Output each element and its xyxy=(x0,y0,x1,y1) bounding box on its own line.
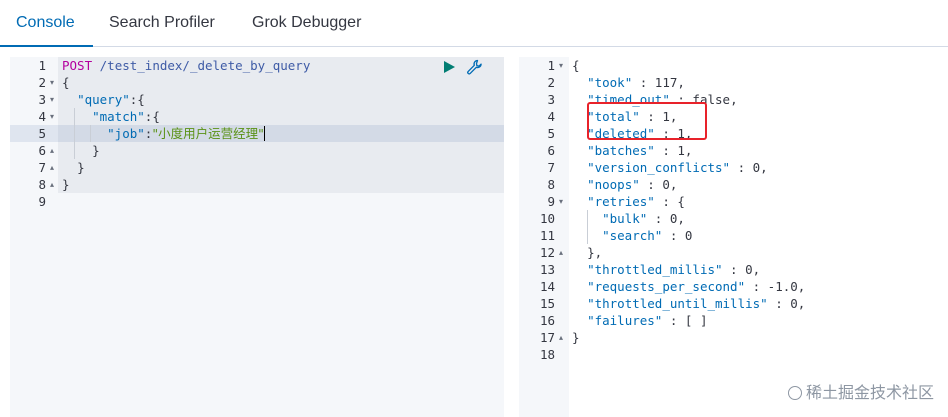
response-line-15: "throttled_until_millis" : 0, xyxy=(587,296,806,311)
line-number: 10 xyxy=(539,211,555,226)
line-number: 1 xyxy=(547,58,555,73)
request-line-6: } xyxy=(92,143,100,158)
fold-toggle-icon[interactable]: ▾ xyxy=(559,57,563,74)
request-line-4: "match":{ xyxy=(92,109,160,124)
tab-search-profiler[interactable]: Search Profiler xyxy=(109,0,215,47)
line-number: 11 xyxy=(539,228,555,243)
line-number: 5 xyxy=(38,126,46,141)
fold-toggle-icon[interactable]: ▴ xyxy=(559,244,563,261)
line-number: 12 xyxy=(539,245,555,260)
response-line-9: "retries" : { xyxy=(587,194,685,209)
response-line-2: "took" : 117, xyxy=(587,75,685,90)
response-line-8: "noops" : 0, xyxy=(587,177,678,192)
line-number: 1 xyxy=(38,58,46,73)
line-number: 8 xyxy=(38,177,46,192)
line-number: 3 xyxy=(38,92,46,107)
response-line-11: "search" : 0 xyxy=(602,228,693,243)
response-line-17: } xyxy=(572,330,580,345)
line-number: 15 xyxy=(539,296,555,311)
response-line-12: }, xyxy=(587,245,603,260)
response-line-10: "bulk" : 0, xyxy=(602,211,685,226)
response-line-14: "requests_per_second" : -1.0, xyxy=(587,279,806,294)
request-line-3: "query":{ xyxy=(77,92,145,107)
response-line-16: "failures" : [ ] xyxy=(587,313,708,328)
fold-toggle-icon[interactable]: ▴ xyxy=(50,176,54,193)
line-number: 9 xyxy=(38,194,46,209)
request-line-1: POST /test_index/_delete_by_query xyxy=(62,57,504,74)
fold-toggle-icon[interactable]: ▴ xyxy=(50,142,54,159)
line-number: 17 xyxy=(539,330,555,345)
tab-console[interactable]: Console xyxy=(16,0,75,47)
request-path: /test_index/_delete_by_query xyxy=(99,58,311,73)
http-method: POST xyxy=(62,58,93,73)
line-number: 16 xyxy=(539,313,555,328)
line-number: 13 xyxy=(539,262,555,277)
annotation-highlight-box xyxy=(587,102,707,140)
request-editor[interactable]: 1 2 ▾ 3 ▾ 4 ▾ 5 6 ▴ 7 ▴ 8 ▴ 9 POST /test… xyxy=(10,57,504,417)
active-tab-indicator xyxy=(0,45,93,47)
watermark-logo-icon xyxy=(787,386,802,400)
fold-toggle-icon[interactable]: ▾ xyxy=(50,108,54,125)
line-number: 8 xyxy=(547,177,555,192)
line-number: 4 xyxy=(38,109,46,124)
request-gutter: 1 2 ▾ 3 ▾ 4 ▾ 5 6 ▴ 7 ▴ 8 ▴ 9 xyxy=(10,57,58,417)
line-number: 4 xyxy=(547,109,555,124)
watermark: 稀土掘金技术社区 xyxy=(787,379,934,403)
line-number: 6 xyxy=(38,143,46,158)
response-line-7: "version_conflicts" : 0, xyxy=(587,160,768,175)
response-line-6: "batches" : 1, xyxy=(587,143,693,158)
line-number: 7 xyxy=(547,160,555,175)
line-number: 5 xyxy=(547,126,555,141)
line-number: 18 xyxy=(539,347,555,362)
line-number: 3 xyxy=(547,92,555,107)
request-line-5: "job":"小度用户运营经理" xyxy=(107,126,265,141)
tab-grok-debugger[interactable]: Grok Debugger xyxy=(252,0,361,47)
text-cursor xyxy=(263,126,265,141)
fold-toggle-icon[interactable]: ▴ xyxy=(50,159,54,176)
request-line-2: { xyxy=(62,75,70,90)
fold-toggle-icon[interactable]: ▾ xyxy=(50,74,54,91)
fold-toggle-icon[interactable]: ▾ xyxy=(50,91,54,108)
response-line-13: "throttled_millis" : 0, xyxy=(587,262,761,277)
response-gutter: 1 ▾ 2 3 4 5 6 7 8 9 ▾ 10 11 12 ▴ 13 14 1… xyxy=(519,57,569,417)
line-number: 9 xyxy=(547,194,555,209)
request-line-8: } xyxy=(62,177,70,192)
tab-bar: Console Search Profiler Grok Debugger xyxy=(0,0,948,47)
line-number: 6 xyxy=(547,143,555,158)
line-number: 14 xyxy=(539,279,555,294)
response-viewer[interactable]: 1 ▾ 2 3 4 5 6 7 8 9 ▾ 10 11 12 ▴ 13 14 1… xyxy=(519,57,948,417)
response-line-1: { xyxy=(572,58,580,73)
line-number: 2 xyxy=(547,75,555,90)
play-icon[interactable] xyxy=(442,60,456,74)
request-line-7: } xyxy=(77,160,85,175)
fold-toggle-icon[interactable]: ▾ xyxy=(559,193,563,210)
line-number: 2 xyxy=(38,75,46,90)
line-number: 7 xyxy=(38,160,46,175)
fold-toggle-icon[interactable]: ▴ xyxy=(559,329,563,346)
wrench-icon[interactable] xyxy=(466,59,483,76)
